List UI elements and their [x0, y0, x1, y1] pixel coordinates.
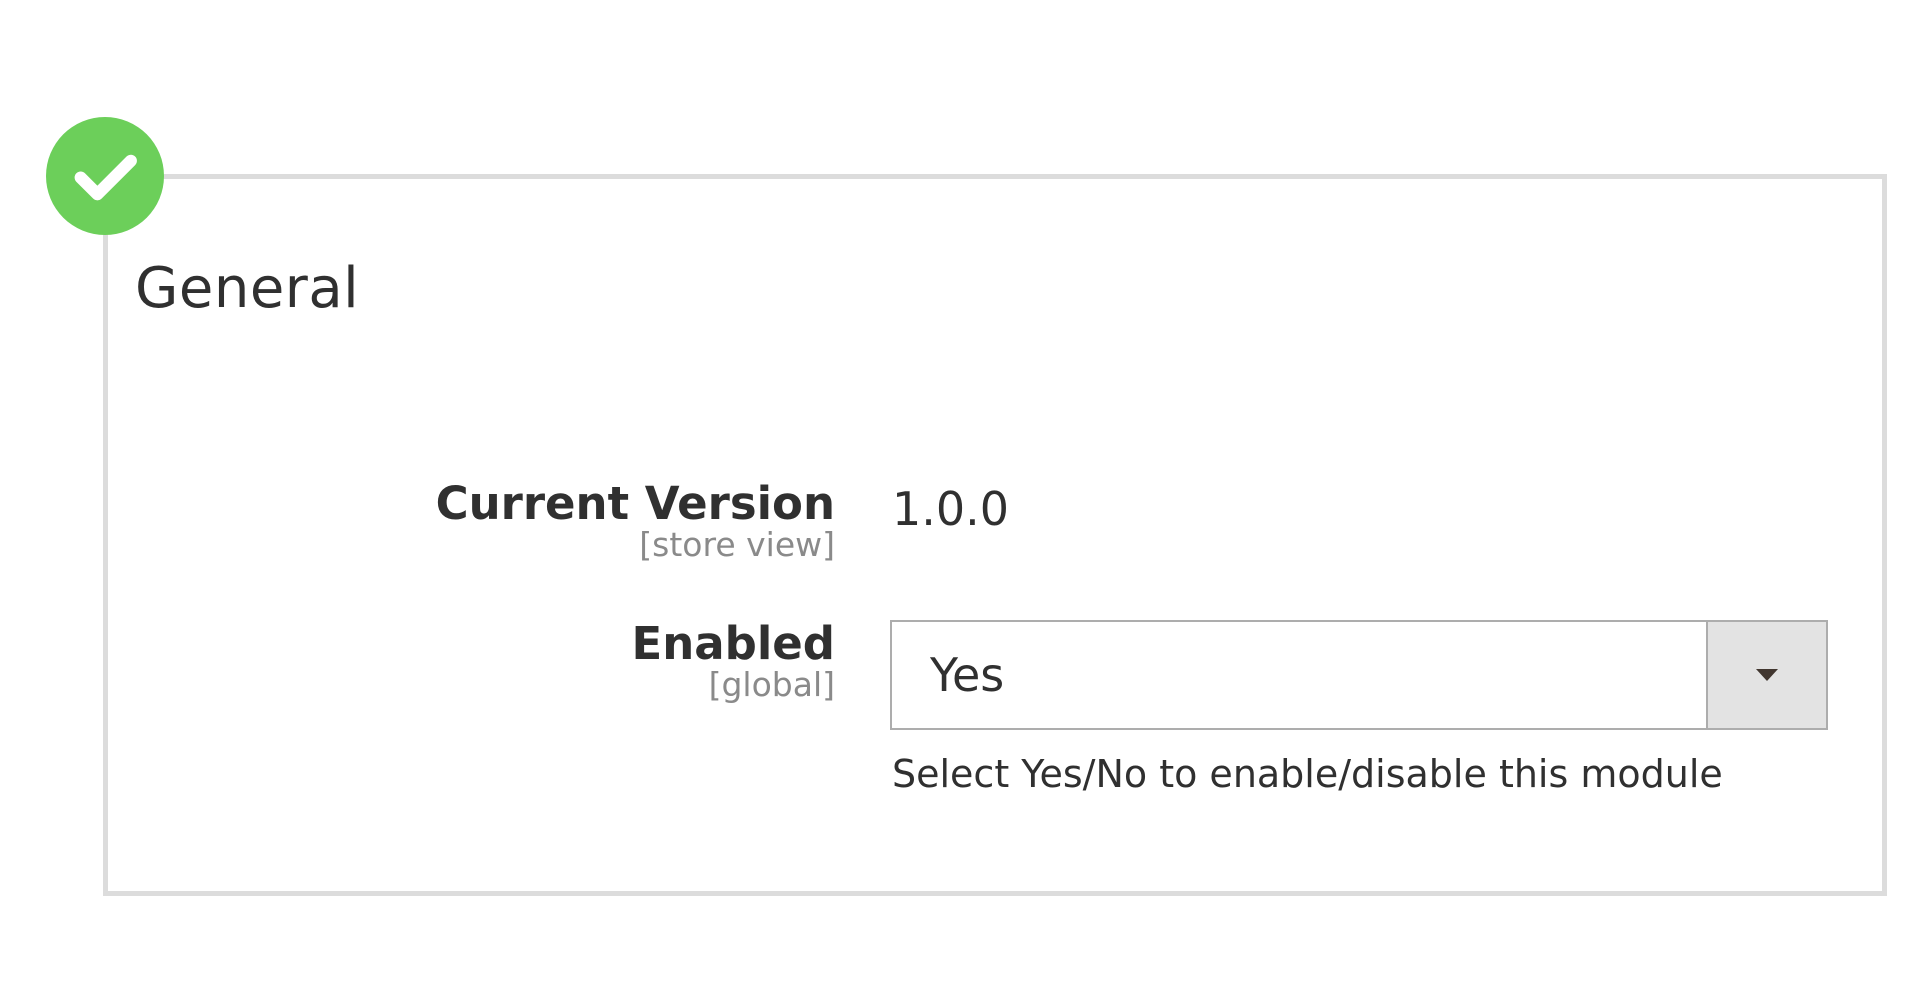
current-version-value: 1.0.0: [892, 482, 1010, 536]
stage: General Current Version [store view] 1.0…: [0, 0, 1920, 1000]
enabled-select-value[interactable]: Yes: [892, 622, 1706, 728]
current-version-scope: [store view]: [639, 525, 835, 565]
enabled-select[interactable]: Yes: [890, 620, 1828, 730]
enabled-scope: [global]: [708, 665, 835, 705]
dropdown-toggle[interactable]: [1706, 622, 1826, 728]
enabled-label-block: Enabled [global]: [631, 620, 835, 704]
checkmark-icon: [74, 154, 137, 201]
check-circle-icon: [46, 117, 164, 235]
current-version-label-block: Current Version [store view]: [436, 480, 835, 564]
current-version-label: Current Version: [435, 477, 835, 530]
enabled-help-text: Select Yes/No to enable/disable this mod…: [892, 752, 1723, 796]
enabled-label: Enabled: [631, 617, 835, 670]
section-title: General: [135, 256, 360, 321]
chevron-down-icon: [1756, 669, 1778, 681]
